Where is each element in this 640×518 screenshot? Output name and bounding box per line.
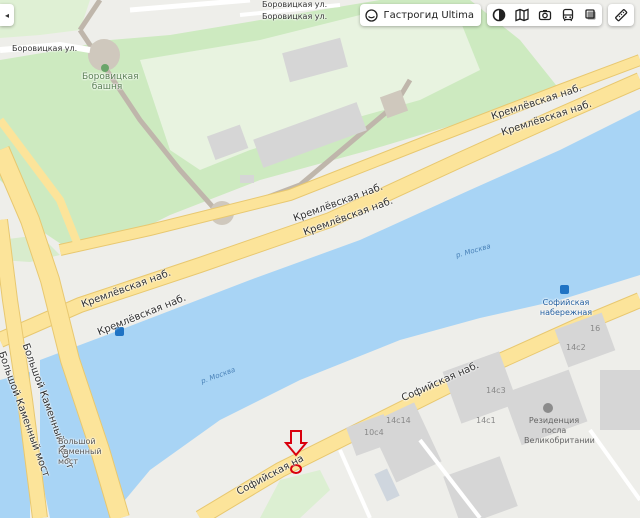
building-number: 14с3 — [486, 386, 506, 395]
poi-sofiyskaya-station[interactable]: Софийская набережная — [536, 298, 596, 318]
building-number: 14с2 — [566, 343, 586, 352]
layers-map-icon — [514, 8, 529, 22]
transit-button[interactable] — [556, 4, 579, 26]
transit-icon — [562, 8, 573, 22]
street-label-borovitskaya: Боровицкая ул. — [262, 0, 328, 9]
ruler-icon — [615, 9, 628, 22]
street-label-borovitskaya: Боровицкая ул. — [262, 12, 328, 21]
street-label-borovitskaya: Боровицкая ул. — [12, 44, 78, 53]
map-toolbar: Гастрогид Ultima — [360, 4, 634, 26]
gastroguide-icon — [365, 8, 379, 22]
station-icon — [560, 285, 569, 294]
panorama-button[interactable] — [487, 4, 510, 26]
building-number: 14с14 — [386, 416, 411, 425]
side-panel-toggle[interactable]: ◂ — [0, 4, 14, 26]
building-number: 14с1 — [476, 416, 496, 425]
panorama-icon — [492, 8, 505, 22]
gastroguide-label: Гастрогид Ultima — [383, 9, 474, 21]
ruler-button[interactable] — [608, 4, 634, 26]
map-type-icon — [584, 9, 595, 20]
poi-residence[interactable]: Резиденция посла Великобритании — [524, 416, 595, 446]
poi-borovitskaya-tower[interactable]: Боровицкая башня — [82, 72, 139, 92]
building-number: 10с4 — [364, 428, 384, 437]
map-type-button[interactable] — [579, 4, 602, 26]
photo-button[interactable] — [533, 4, 556, 26]
layers-toolbar — [487, 4, 602, 26]
layers-map-button[interactable] — [510, 4, 533, 26]
gastroguide-button[interactable]: Гастрогид Ultima — [360, 4, 481, 26]
residence-icon — [543, 403, 553, 413]
building-number: 16 — [590, 324, 601, 333]
map-canvas[interactable]: Боровицкая ул. Боровицкая ул. Боровицкая… — [0, 0, 640, 518]
bridge-label: Большой Каменный мост — [58, 437, 102, 466]
photo-icon — [538, 10, 551, 21]
